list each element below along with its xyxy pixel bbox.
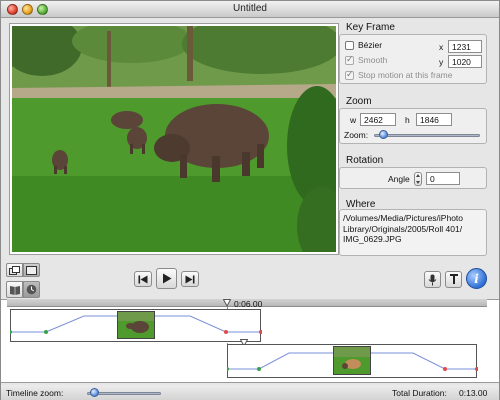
- timeline-zoom-label: Timeline zoom:: [6, 388, 64, 398]
- rotation-panel: Angle 0: [339, 167, 487, 189]
- x-field[interactable]: 1231: [448, 40, 482, 53]
- y-field[interactable]: 1020: [448, 55, 482, 68]
- zoom-slider-label: Zoom:: [344, 130, 369, 140]
- angle-stepper[interactable]: [414, 172, 422, 186]
- storyboard-tab[interactable]: [6, 281, 23, 298]
- width-field[interactable]: 2462: [360, 113, 396, 126]
- bottom-bar: Timeline zoom: Total Duration: 0:13.00: [1, 385, 499, 400]
- text-icon: [449, 274, 458, 284]
- clip-2-thumbnail[interactable]: [333, 346, 371, 375]
- view-toggle-overlap-button[interactable]: [6, 263, 23, 277]
- total-duration-value: 0:13.00: [459, 388, 488, 398]
- stop-motion-checkbox[interactable]: [345, 69, 354, 80]
- playhead-marker[interactable]: [222, 299, 232, 308]
- rewind-button[interactable]: [134, 271, 152, 287]
- clip-1-thumbnail-image: [118, 312, 154, 338]
- book-icon: [9, 286, 20, 295]
- photo-preview[interactable]: [12, 26, 336, 252]
- total-duration-label: Total Duration:: [392, 388, 447, 398]
- smooth-label: Smooth: [358, 55, 388, 65]
- y-label: y: [439, 57, 444, 67]
- rotation-title: Rotation: [346, 155, 384, 166]
- photo-preview-frame: [9, 23, 339, 255]
- file-path-text: /Volumes/Media/Pictures/iPhoto Library/O…: [343, 213, 464, 244]
- timeline-zoom-knob[interactable]: [90, 388, 100, 397]
- w-label: w: [350, 115, 357, 125]
- text-button[interactable]: [445, 271, 462, 288]
- zoom-slider-knob[interactable]: [378, 130, 388, 139]
- x-label: x: [439, 42, 444, 52]
- stepper-arrows-icon: [416, 174, 420, 184]
- zoom-slider-track[interactable]: [374, 134, 480, 137]
- voiceover-button[interactable]: [424, 271, 441, 288]
- clock-icon: [26, 284, 37, 295]
- clip-1-thumbnail[interactable]: [117, 311, 155, 339]
- info-icon: i: [474, 271, 479, 286]
- h-label: h: [405, 115, 410, 125]
- microphone-icon: [428, 274, 437, 285]
- key-frame-title: Key Frame: [346, 22, 395, 33]
- key-frame-panel: Bézier Smooth Stop motion at this frame …: [339, 34, 487, 84]
- playhead-time: 0:06.00: [234, 299, 263, 309]
- timeline-tab[interactable]: [23, 281, 40, 298]
- single-window-icon: [26, 265, 37, 275]
- overlapping-windows-icon: [9, 265, 20, 275]
- play-button[interactable]: [156, 268, 177, 289]
- skip-back-icon: [138, 275, 148, 283]
- skip-forward-icon: [185, 275, 195, 283]
- angle-label: Angle: [388, 174, 410, 184]
- playhead-icon: [222, 299, 232, 308]
- play-icon: [162, 273, 171, 284]
- zoom-title: Zoom: [346, 96, 372, 107]
- photo-image: [12, 26, 336, 252]
- window-title: Untitled: [233, 3, 267, 14]
- height-field[interactable]: 1846: [416, 113, 452, 126]
- info-button[interactable]: i: [466, 268, 487, 289]
- stop-motion-label: Stop motion at this frame: [358, 70, 453, 80]
- zoom-panel: w 2462 h 1846 Zoom:: [339, 108, 487, 144]
- clip-2-thumbnail-image: [334, 347, 370, 374]
- where-panel: /Volumes/Media/Pictures/iPhoto Library/O…: [339, 209, 487, 256]
- bezier-label: Bézier: [358, 40, 383, 50]
- smooth-checkbox[interactable]: [345, 54, 354, 65]
- view-toggle-single-button[interactable]: [23, 263, 40, 277]
- angle-field[interactable]: 0: [426, 172, 460, 185]
- app-window: Untitled Key Frame Bézier ✓ Smooth ✓ Sto…: [0, 0, 500, 400]
- title-bar[interactable]: Untitled: [1, 1, 499, 18]
- bezier-checkbox[interactable]: [345, 40, 354, 50]
- forward-button[interactable]: [181, 271, 199, 287]
